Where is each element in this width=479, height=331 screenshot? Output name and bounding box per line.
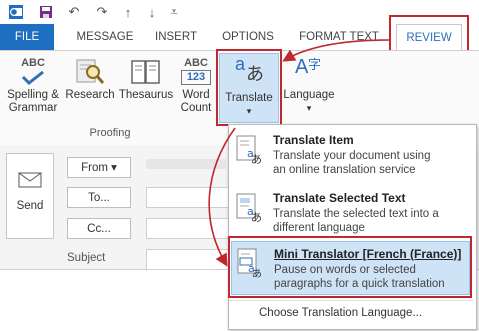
- arrow-translate-to-mini: [208, 127, 236, 267]
- arrow-review-to-translate: [282, 39, 391, 62]
- annotation-arrows: [208, 39, 391, 267]
